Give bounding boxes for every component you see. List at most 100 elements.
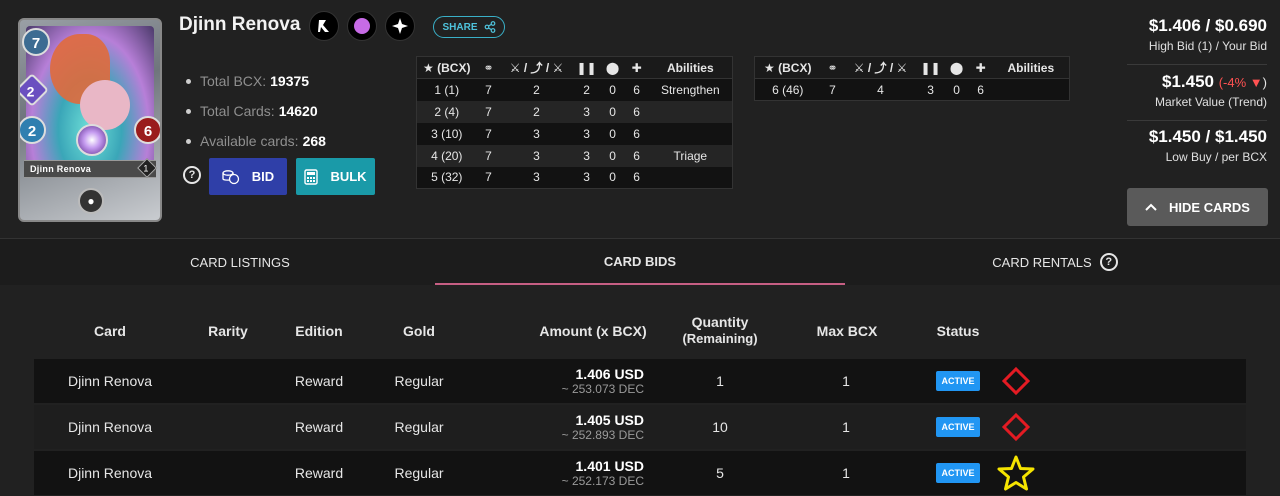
- bid-card-name: Djinn Renova: [67, 373, 153, 389]
- card-stats-list: Total BCX: 19375 Total Cards: 14620 Availa…: [186, 66, 326, 156]
- low-buy-value: $1.450 / $1.450: [1148, 127, 1267, 146]
- bid-card-name: Djinn Renova: [67, 465, 153, 481]
- rarity-icon: [385, 11, 415, 41]
- level-row-2: 2 (4) 7 2 3 0 6: [416, 100, 733, 123]
- level-row-6: 6 (46) 7 4 3 0 6: [754, 78, 1070, 101]
- low-buy-label: Low Buy / per BCX: [1165, 150, 1267, 164]
- card-image[interactable]: Djinn Renova 1 ● 7 2 2 6: [18, 18, 162, 222]
- bid-status: ACTIVE: [930, 359, 986, 403]
- bulk-button[interactable]: BULK: [296, 158, 375, 195]
- coins-icon: [222, 169, 239, 184]
- speed-header-icon: ❚❚: [572, 56, 601, 79]
- status-badge: ACTIVE: [936, 417, 980, 437]
- tab-card-listings[interactable]: CARD LISTINGS: [45, 239, 435, 285]
- tab-bar: CARD LISTINGS CARD BIDS CARD RENTALS?: [0, 239, 1280, 285]
- header-rarity: Rarity: [208, 323, 248, 339]
- level-row-3: 3 (10) 7 3 3 0 6: [416, 122, 733, 145]
- header-edition: Edition: [295, 323, 343, 339]
- bid-row[interactable]: Djinn Renova Reward Regular 1.405 USD ~ 2…: [34, 405, 1246, 449]
- level-row-5: 5 (32) 7 3 3 0 6: [416, 166, 733, 189]
- help-icon[interactable]: ?: [183, 166, 201, 184]
- level-row-4: 4 (20) 7 3 3 0 6 Triage: [416, 144, 733, 167]
- bid-quantity: 1: [716, 373, 724, 389]
- mana-header-icon: ⚭: [476, 56, 501, 79]
- share-label: SHARE: [442, 21, 478, 33]
- ranged-type-icon: [309, 11, 339, 41]
- bid-row[interactable]: Djinn Renova Reward Regular 1.406 USD ~ 2…: [34, 359, 1246, 403]
- market-value: $1.450 (-4% ▼): [1161, 72, 1267, 91]
- red-diamond-icon: [996, 359, 1036, 403]
- health-header-icon-2: ✚: [968, 56, 993, 79]
- level-stats-header: ★ (BCX) ⚭ ⚔ / ⤴ / ⚔ ❚❚ ⬤ ✚ Abilities: [416, 56, 733, 79]
- armor-header-icon-2: ⬤: [944, 56, 969, 79]
- chevron-up-icon: [1145, 203, 1157, 211]
- level-stats-table-2: ★ (BCX) ⚭ ⚔ / ⤴ / ⚔ ❚❚ ⬤ ✚ Abilities 6 (…: [754, 56, 1070, 101]
- bid-quantity: 5: [716, 465, 724, 481]
- stat-total-cards: Total Cards: 14620: [186, 96, 326, 126]
- bid-gold: Regular: [394, 419, 444, 435]
- mana-header-icon-2: ⚭: [820, 56, 845, 79]
- market-value-block: $1.450 (-4% ▼) Market Value (Trend): [1155, 72, 1267, 109]
- level-stats-header-2: ★ (BCX) ⚭ ⚔ / ⤴ / ⚔ ❚❚ ⬤ ✚ Abilities: [754, 56, 1070, 79]
- bid-amount: 1.406 USD ~ 253.073 DEC: [561, 366, 644, 396]
- header-status: Status: [936, 323, 980, 339]
- attack-header-icons-2: ⚔ / ⤴ / ⚔: [844, 56, 917, 79]
- market-value-label: Market Value (Trend): [1154, 95, 1267, 109]
- bid-status: ACTIVE: [930, 451, 986, 495]
- bid-amount: 1.405 USD ~ 252.893 DEC: [561, 412, 644, 442]
- help-icon-rentals[interactable]: ?: [1099, 253, 1118, 271]
- hide-cards-label: HIDE CARDS: [1169, 199, 1250, 215]
- bcx-header: ★ (BCX): [416, 56, 477, 79]
- bulk-label: BULK: [330, 169, 367, 184]
- bid-gold: Regular: [394, 373, 444, 389]
- header-gold: Gold: [403, 323, 435, 339]
- header-amount: Amount (x BCX): [539, 323, 647, 339]
- hide-cards-button[interactable]: HIDE CARDS: [1127, 188, 1268, 226]
- bid-amount: 1.401 USD ~ 252.173 DEC: [561, 458, 644, 488]
- bid-max-bcx: 1: [842, 419, 850, 435]
- bid-max-bcx: 1: [842, 373, 850, 389]
- share-icon: [484, 21, 495, 33]
- attack-header-icons: ⚔ / ⤴ / ⚔: [500, 56, 573, 79]
- bid-label: BID: [251, 169, 275, 184]
- yellow-star-icon: [994, 451, 1038, 495]
- armor-stat: 2: [20, 116, 46, 144]
- high-bid-block: $1.406 / $0.690 High Bid (1) / Your Bid: [1149, 16, 1267, 53]
- speed-header-icon-2: ❚❚: [916, 56, 945, 79]
- share-button[interactable]: SHARE: [433, 16, 505, 38]
- card-title: Djinn Renova: [179, 14, 301, 35]
- low-buy-block: $1.450 / $1.450 Low Buy / per BCX: [1149, 127, 1267, 164]
- element-icon: [347, 11, 377, 41]
- bid-edition: Reward: [294, 419, 344, 435]
- stat-available-cards: Available cards: 268: [186, 126, 326, 156]
- tab-card-rentals[interactable]: CARD RENTALS?: [845, 239, 1265, 285]
- abilities-header: Abilities: [648, 56, 733, 79]
- stat-total-bcx: Total BCX: 19375: [186, 66, 326, 96]
- bid-max-bcx: 1: [842, 465, 850, 481]
- armor-header-icon: ⬤: [600, 56, 625, 79]
- high-bid-label: High Bid (1) / Your Bid: [1148, 39, 1267, 53]
- bid-card-name: Djinn Renova: [67, 419, 153, 435]
- health-header-icon: ✚: [624, 56, 649, 79]
- mana-cost: 7: [22, 28, 50, 56]
- tab-card-bids[interactable]: CARD BIDS: [435, 239, 845, 285]
- abilities-header-2: Abilities: [992, 56, 1070, 79]
- status-badge: ACTIVE: [936, 463, 980, 483]
- card-edition-icon: ●: [78, 188, 104, 214]
- trend-value: (-4% ▼): [1218, 75, 1267, 90]
- level-row-1: 1 (1) 7 2 2 0 6 Strengthen: [416, 78, 733, 101]
- bid-row[interactable]: Djinn Renova Reward Regular 1.401 USD ~ 2…: [34, 451, 1246, 495]
- header-card: Card: [94, 323, 126, 339]
- bid-status: ACTIVE: [930, 405, 986, 449]
- bid-edition: Reward: [294, 373, 344, 389]
- bid-edition: Reward: [294, 465, 344, 481]
- health-stat: 6: [134, 116, 160, 144]
- bid-button[interactable]: BID: [209, 158, 287, 195]
- header-max-bcx: Max BCX: [816, 323, 878, 339]
- red-diamond-icon: [996, 405, 1036, 449]
- price-divider: [1127, 64, 1267, 65]
- card-gem: [76, 124, 108, 156]
- calculator-icon: [304, 168, 319, 185]
- price-divider-2: [1127, 120, 1267, 121]
- card-figure-body: [80, 80, 130, 130]
